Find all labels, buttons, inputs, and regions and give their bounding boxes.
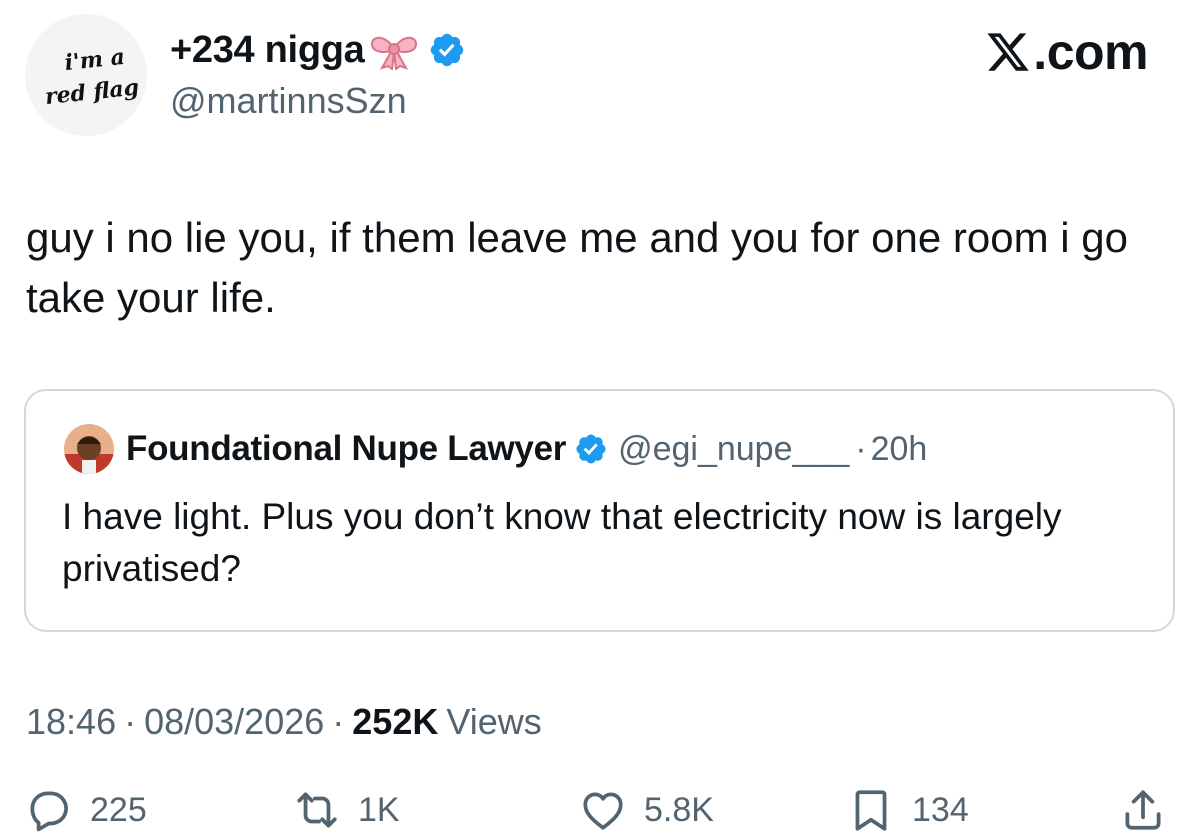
repost-icon [297,792,337,828]
views-count[interactable]: 252K [352,701,438,743]
quoted-tweet-text: I have light. Plus you don’t know that e… [62,496,1062,589]
bookmark-button[interactable]: 134 [846,780,969,832]
brand-domain-text: .com [1033,24,1148,80]
meta-separator: · [332,701,345,742]
author-avatar[interactable]: i'm a red flag [25,14,147,136]
quoted-tweet-card[interactable]: Foundational Nupe Lawyer @egi_nupe___ · … [24,389,1175,632]
quoted-tweet-header: Foundational Nupe Lawyer @egi_nupe___ · … [64,423,927,475]
verified-badge-icon[interactable] [428,31,466,69]
quoted-author-name[interactable]: Foundational Nupe Lawyer [126,429,566,469]
bookmark-count: 134 [912,790,969,829]
quoted-author-avatar[interactable] [64,424,114,474]
avatar-image: i'm a red flag [25,14,147,136]
reply-icon [30,791,68,832]
reply-button[interactable]: 225 [24,780,147,832]
tweet-meta: 18:46 · 08/03/2026 · 252K Views [26,696,542,748]
tweet-time[interactable]: 18:46 [26,701,116,743]
tweet-date[interactable]: 08/03/2026 [144,701,324,743]
x-logo-icon [987,33,1030,71]
like-count: 5.8K [644,790,714,829]
repost-count: 1K [358,790,400,829]
quoted-author-handle[interactable]: @egi_nupe___ [618,430,849,469]
quoted-separator: · [855,429,867,468]
tweet-text: guy i no lie you, if them leave me and y… [26,214,1128,321]
ribbon-bow-icon [368,30,420,71]
author-name-row: +234 nigga [170,26,466,74]
author-display-name[interactable]: +234 nigga [170,29,365,72]
verified-badge-icon[interactable] [574,432,608,466]
x-brand-logo: .com [985,22,1148,82]
author-handle[interactable]: @martinnsSzn [170,80,407,122]
heart-icon [583,792,623,830]
repost-button[interactable]: 1K [292,780,400,832]
bookmark-icon [855,790,887,831]
share-button[interactable] [1118,780,1168,832]
views-label: Views [446,701,542,742]
meta-separator: · [124,701,137,742]
share-icon [1125,790,1161,830]
reply-count: 225 [90,790,147,829]
quoted-timestamp[interactable]: 20h [871,430,928,469]
tweet-actions: 225 1K 5.8K 134 [0,780,1200,832]
like-button[interactable]: 5.8K [578,780,714,832]
